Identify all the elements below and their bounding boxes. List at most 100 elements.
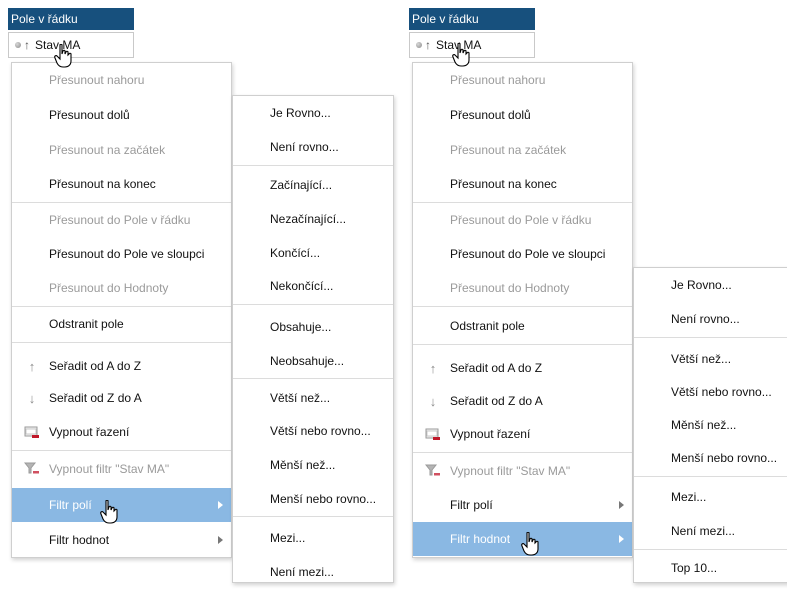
menu-item-move-to-start[interactable]: Přesunout na začátek [12,133,231,167]
menu-item-label: Seřadit od Z do A [450,394,543,408]
menu-item-move-to-values[interactable]: Přesunout do Hodnoty [12,271,231,305]
field-context-menu: Přesunout nahoru Přesunout dolů Přesunou… [412,62,633,558]
menu-item-sort-a-z[interactable]: ↑ Seřadit od A do Z [12,349,231,383]
menu-item-clear-filter[interactable]: Vypnout filtr "Stav MA" [12,452,231,486]
menu-item-sort-a-z[interactable]: ↑ Seřadit od A do Z [413,351,632,385]
submenu-item-less-or-equal[interactable]: Menší nebo rovno... [233,482,393,516]
submenu-item-not-begins-with[interactable]: Nezačínající... [233,202,393,236]
submenu-item-begins-with[interactable]: Začínající... [233,168,393,202]
value-filter-submenu: Je Rovno... Není rovno... Větší než... V… [633,267,787,583]
submenu-item-not-equals[interactable]: Není rovno... [634,302,787,336]
menu-item-sort-z-a[interactable]: ↓ Seřadit od Z do A [12,381,231,415]
submenu-item-not-between[interactable]: Není mezi... [634,514,787,548]
submenu-item-label: Měnší než... [270,458,336,472]
submenu-item-label: Menší nebo rovno... [270,492,377,506]
submenu-item-not-ends-with[interactable]: Nekončící... [233,269,393,303]
menu-item-label: Přesunout nahoru [49,73,145,87]
menu-separator [634,476,787,477]
menu-item-move-down[interactable]: Přesunout dolů [12,98,231,132]
sort-down-icon: ↓ [28,390,36,406]
menu-item-move-to-end[interactable]: Přesunout na konec [12,167,231,201]
menu-item-move-to-end[interactable]: Přesunout na konec [413,167,632,201]
sort-down-icon: ↓ [429,393,437,409]
menu-separator [413,452,632,453]
menu-item-value-filter[interactable]: Filtr hodnot [12,523,231,557]
menu-separator [634,337,787,338]
submenu-item-label: Začínající... [270,178,333,192]
menu-item-remove-field[interactable]: Odstranit pole [413,309,632,343]
menu-item-label: Vypnout filtr "Stav MA" [49,462,170,476]
menu-item-move-to-column-fields[interactable]: Přesunout do Pole ve sloupci [413,237,632,271]
menu-item-label: Přesunout do Hodnoty [450,281,570,295]
submenu-item-contains[interactable]: Obsahuje... [233,310,393,344]
menu-item-move-to-start[interactable]: Přesunout na začátek [413,133,632,167]
submenu-item-not-equals[interactable]: Není rovno... [233,130,393,164]
menu-item-label: Vypnout řazení [450,427,531,441]
menu-item-move-up[interactable]: Přesunout nahoru [413,63,632,97]
menu-separator [233,378,393,379]
submenu-item-ends-with[interactable]: Končící... [233,236,393,270]
menu-item-move-to-row-fields[interactable]: Přesunout do Pole v řádku [12,203,231,237]
submenu-item-label: Mezi... [671,490,707,504]
submenu-item-top-10[interactable]: Top 10... [634,551,787,585]
menu-item-label: Přesunout do Pole ve sloupci [450,247,606,261]
row-fields-header: Pole v řádku [409,8,535,30]
drag-handle-icon[interactable] [15,42,21,48]
submenu-item-not-between[interactable]: Není mezi... [233,555,393,589]
clear-sort-icon [24,424,40,440]
menu-item-remove-field[interactable]: Odstranit pole [12,307,231,341]
hand-cursor-icon [100,500,118,524]
hand-cursor-icon [521,532,539,556]
submenu-item-greater-or-equal[interactable]: Větší nebo rovno... [634,375,787,409]
submenu-item-not-contains[interactable]: Neobsahuje... [233,344,393,378]
menu-item-move-to-column-fields[interactable]: Přesunout do Pole ve sloupci [12,237,231,271]
submenu-item-equals[interactable]: Je Rovno... [634,268,787,302]
drag-handle-icon[interactable] [416,42,422,48]
menu-item-label: Seřadit od Z do A [49,391,142,405]
submenu-item-between[interactable]: Mezi... [634,480,787,514]
clear-sort-icon [425,426,441,442]
menu-item-label: Filtr hodnot [49,533,110,547]
submenu-item-greater-than[interactable]: Větší než... [233,381,393,415]
submenu-item-label: Mezi... [270,531,306,545]
menu-item-clear-sort[interactable]: Vypnout řazení [12,415,231,449]
menu-item-label: Přesunout nahoru [450,73,546,87]
menu-item-move-to-values[interactable]: Přesunout do Hodnoty [413,271,632,305]
submenu-item-equals[interactable]: Je Rovno... [233,96,393,130]
submenu-arrow-icon [218,501,223,509]
menu-item-clear-sort[interactable]: Vypnout řazení [413,417,632,451]
submenu-item-less-or-equal[interactable]: Menší nebo rovno... [634,441,787,475]
menu-item-label: Odstranit pole [450,319,525,333]
right-panel: Pole v řádku ↑ Stav MA Přesunout nahoru … [401,0,787,583]
menu-item-move-down[interactable]: Přesunout dolů [413,98,632,132]
menu-item-label-filter[interactable]: Filtr polí [413,488,632,522]
submenu-arrow-icon [619,501,624,509]
submenu-item-greater-than[interactable]: Větší než... [634,342,787,376]
menu-item-label-filter[interactable]: Filtr polí [12,488,231,522]
menu-item-clear-filter[interactable]: Vypnout filtr "Stav MA" [413,454,632,488]
menu-item-move-to-row-fields[interactable]: Přesunout do Pole v řádku [413,203,632,237]
menu-separator [12,342,231,343]
submenu-item-between[interactable]: Mezi... [233,521,393,555]
menu-item-label: Seřadit od A do Z [450,361,543,375]
submenu-item-label: Neobsahuje... [270,354,345,368]
submenu-item-label: Je Rovno... [671,278,732,292]
menu-item-label: Přesunout do Pole ve sloupci [49,247,205,261]
submenu-item-label: Top 10... [671,561,718,575]
sort-up-icon: ↑ [429,360,437,376]
submenu-item-label: Není mezi... [270,565,335,579]
menu-item-sort-z-a[interactable]: ↓ Seřadit od Z do A [413,384,632,418]
menu-item-label: Vypnout řazení [49,425,130,439]
submenu-item-less-than[interactable]: Měnší než... [634,408,787,442]
submenu-item-greater-or-equal[interactable]: Větší nebo rovno... [233,414,393,448]
menu-item-label: Přesunout na konec [450,177,557,191]
menu-separator [413,306,632,307]
field-chip-stav-ma[interactable]: ↑ Stav MA [409,32,535,58]
menu-item-label: Vypnout filtr "Stav MA" [450,464,571,478]
row-fields-header: Pole v řádku [8,8,134,30]
menu-item-label: Přesunout na konec [49,177,156,191]
submenu-item-label: Větší nebo rovno... [270,424,371,438]
submenu-item-less-than[interactable]: Měnší než... [233,448,393,482]
menu-item-move-up[interactable]: Přesunout nahoru [12,63,231,97]
submenu-item-label: Větší nebo rovno... [671,385,772,399]
